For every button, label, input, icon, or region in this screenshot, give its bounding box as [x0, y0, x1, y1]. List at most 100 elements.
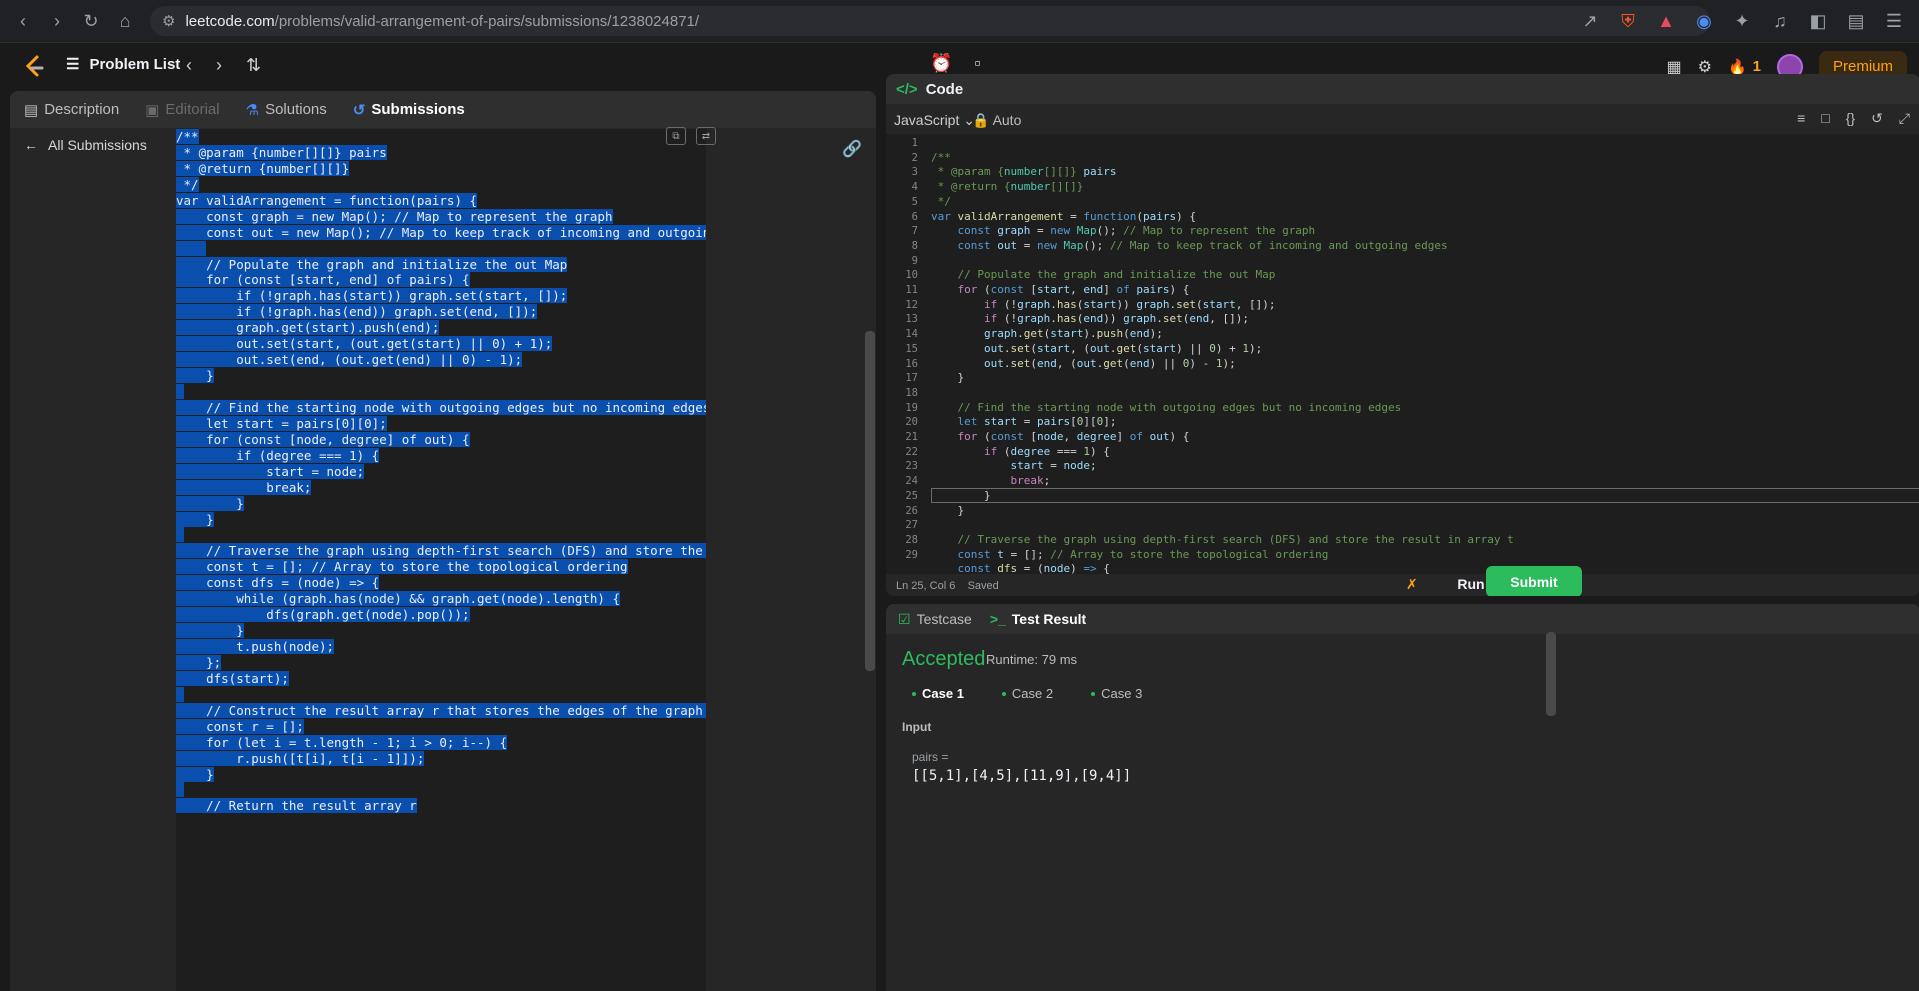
case-tab-2[interactable]: Case 2 [1001, 686, 1053, 701]
tab-editorial[interactable]: ▣ Editorial [145, 101, 219, 119]
submit-button[interactable]: Submit [1486, 566, 1582, 596]
line-number: 11 [905, 284, 918, 296]
selected-code-text: // Populate the graph and initialize the… [176, 256, 568, 272]
sidebar-icon[interactable]: ◧ [1801, 4, 1835, 38]
wallet-icon[interactable]: ▤ [1839, 4, 1873, 38]
copy-icon[interactable]: ⧉ [666, 127, 686, 145]
extensions-icon[interactable]: ✦ [1725, 4, 1759, 38]
selected-code-text: if (!graph.has(start)) graph.set(start, … [176, 288, 568, 304]
media-icon[interactable]: ♫ [1763, 4, 1797, 38]
code-line [176, 384, 706, 400]
line-number: 2 [911, 151, 918, 164]
all-submissions-link[interactable]: ← All Submissions [24, 137, 147, 153]
forward-icon[interactable]: › [40, 4, 74, 38]
code-line: while (graph.has(node) && graph.get(node… [176, 591, 706, 607]
code-line: // Construct the result array r that sto… [176, 702, 706, 719]
code-line: if (!graph.has(start)) graph.set(start, … [176, 288, 706, 304]
case-label: Case 3 [1101, 686, 1143, 701]
menu-icon[interactable]: ☰ [1877, 4, 1911, 38]
code-line [176, 240, 706, 257]
code-line: // Return the result array r [176, 798, 706, 814]
result-scrollbar[interactable] [1546, 632, 1556, 716]
selected-code-text: if (degree === 1) { [176, 447, 380, 463]
tab-label: Description [44, 101, 120, 118]
code-line: for (const [node, degree] of out) { [176, 431, 706, 448]
share-icon[interactable]: ↗ [1573, 4, 1607, 38]
brave-shield-icon[interactable]: ⛨ [1611, 4, 1645, 38]
selected-code-text: const dfs = (node) => { [176, 575, 380, 591]
selected-code-text: } [176, 623, 244, 639]
fullscreen-icon[interactable]: ⤢ [1899, 110, 1910, 127]
line-number: 23 [905, 460, 918, 473]
param-value: [[5,1],[4,5],[11,9],[9,4]] [912, 768, 1132, 784]
tab-label: Solutions [265, 101, 327, 118]
line-number: 12 [905, 298, 918, 311]
line-number: 19 [905, 401, 918, 414]
braces-icon[interactable]: {} [1846, 110, 1855, 127]
code-line: } [176, 766, 706, 783]
line-number: 13 [905, 313, 918, 326]
debug-icon[interactable]: ✗ [1406, 576, 1418, 593]
site-settings-icon[interactable]: ⚙ [162, 12, 175, 30]
selected-code-text: const graph = new Map(); // Map to repre… [176, 208, 613, 224]
auto-mode[interactable]: 🔒 Auto [972, 112, 1021, 129]
tab-label: Testcase [916, 611, 972, 627]
format-icon[interactable]: ≡ [1797, 110, 1805, 127]
line-number: 6 [911, 210, 918, 223]
case-tab-1[interactable]: Case 1 [912, 686, 964, 701]
link-icon[interactable]: 🔗 [842, 139, 862, 159]
reset-icon[interactable]: ↺ [1871, 110, 1883, 127]
next-problem-icon[interactable]: › [216, 55, 222, 76]
tab-test-result[interactable]: >_ Test Result [990, 611, 1086, 627]
prev-problem-icon[interactable]: ‹ [186, 55, 192, 76]
streak-counter[interactable]: 🔥 1 [1728, 58, 1761, 76]
tab-description[interactable]: ▤ Description [24, 101, 119, 119]
line-number: 20 [905, 416, 918, 429]
arrow-left-icon: ← [24, 137, 38, 153]
line-number: 28 [905, 533, 918, 546]
code-line [176, 527, 706, 543]
line-number: 5 [911, 195, 918, 208]
code-line: const t = []; // Array to store the topo… [176, 559, 706, 575]
pass-dot-icon [1091, 691, 1096, 696]
code-line: for (let i = t.length - 1; i > 0; i--) { [176, 734, 706, 751]
code-line [176, 686, 706, 703]
line-number: 9 [911, 254, 918, 267]
open-in-editor-icon[interactable]: ⇄ [696, 127, 716, 145]
shuffle-icon[interactable]: ⇅ [246, 55, 261, 76]
bookmark-icon[interactable]: □ [1821, 110, 1829, 127]
back-icon[interactable]: ‹ [6, 4, 40, 38]
history-icon: ↺ [352, 101, 366, 119]
code-line: r.push([t[i], t[i - 1]]); [176, 750, 706, 767]
case-tab-3[interactable]: Case 3 [1091, 686, 1142, 701]
tab-submissions[interactable]: ↺ Submissions [353, 101, 465, 119]
home-icon[interactable]: ⌂ [108, 4, 142, 38]
notes-icon[interactable]: ▫ [974, 53, 980, 74]
brave-rewards-icon[interactable]: ▲ [1649, 4, 1683, 38]
line-number: 16 [905, 357, 918, 370]
terminal-icon: >_ [989, 611, 1006, 627]
scrollbar[interactable] [865, 331, 875, 671]
save-status: Saved [967, 580, 999, 592]
runtime-text: Runtime: 79 ms [986, 652, 1078, 667]
vpn-icon[interactable]: ◉ [1687, 4, 1721, 38]
selected-code-text: } [176, 495, 244, 511]
problem-list-button[interactable]: ☰ Problem List [66, 55, 180, 74]
code-line: start = node; [176, 463, 706, 480]
code-line: out.set(start, (out.get(start) || 0) + 1… [176, 336, 706, 352]
timer-icon[interactable]: ⏰ [930, 53, 952, 74]
result-tabs: ☑ Testcase >_ Test Result [886, 604, 1919, 634]
tab-testcase[interactable]: ☑ Testcase [898, 611, 972, 628]
code-editor[interactable]: 1 2 3 4 5 6 7 8 9 10 11 12 13 14 15 16 17 18 19 20 21 22 23 24 2… [886, 134, 1919, 574]
line-number: 24 [905, 475, 918, 488]
tab-solutions[interactable]: ⚗ Solutions [246, 101, 327, 119]
code-line: dfs(graph.get(node).pop()); [176, 607, 706, 623]
leetcode-logo-icon[interactable] [20, 53, 48, 81]
code-line: dfs(start); [176, 670, 706, 687]
address-bar[interactable]: ⚙ leetcode.com/problems/valid-arrangemen… [150, 6, 1710, 36]
left-tabs: ▤ Description ▣ Editorial ⚗ Solutions ↺ … [10, 91, 876, 128]
language-select[interactable]: JavaScript ⌄ [894, 112, 975, 129]
submitted-code[interactable]: /** * @param {number[][]} pairs * @retur… [176, 129, 706, 991]
code-line: // Traverse the graph using depth-first … [176, 543, 706, 559]
reload-icon[interactable]: ↻ [74, 4, 108, 38]
